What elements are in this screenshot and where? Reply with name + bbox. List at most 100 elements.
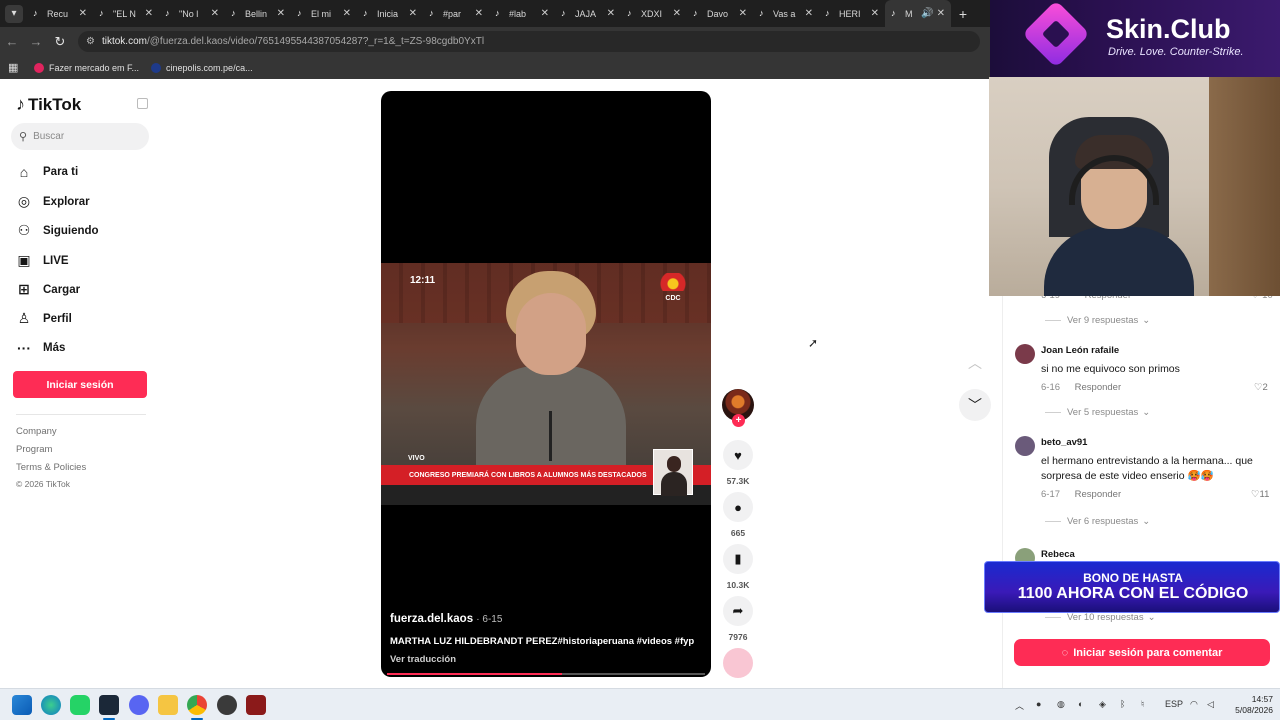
follow-plus-icon[interactable]: + — [732, 414, 745, 427]
close-tab-icon[interactable]: ✕ — [541, 8, 549, 19]
music-disc[interactable] — [723, 648, 753, 678]
nav-perfil[interactable]: ♙ Perfil — [16, 310, 72, 327]
video-author-line[interactable]: fuerza.del.kaos · 6-15 — [390, 613, 502, 625]
browser-tab[interactable]: ♪ #par ✕ — [423, 0, 489, 27]
comment-username[interactable]: Joan León rafaile — [1041, 345, 1119, 356]
avatar[interactable] — [1015, 436, 1035, 456]
tiktok-logo[interactable]: ♪ TikTok — [16, 94, 81, 115]
browser-tab[interactable]: ♪ M 🔊 ✕ — [885, 0, 951, 27]
share-button[interactable]: ➦ — [723, 596, 753, 626]
comment-like-button[interactable]: ♡2 — [1254, 382, 1268, 393]
tray-steam-icon[interactable]: ◐ — [1078, 699, 1083, 709]
chrome-icon[interactable] — [187, 695, 207, 715]
video-author[interactable]: fuerza.del.kaos — [390, 613, 473, 625]
nav-live[interactable]: ▣ LIVE — [16, 252, 68, 269]
nav-para-ti[interactable]: ⌂ Para ti — [16, 164, 78, 180]
file-explorer-icon[interactable] — [158, 695, 178, 715]
avatar[interactable] — [1015, 344, 1035, 364]
close-tab-icon[interactable]: ✕ — [805, 8, 813, 19]
browser-tab[interactable]: ♪ El mi ✕ — [291, 0, 357, 27]
steam-icon[interactable] — [99, 695, 119, 715]
tab-search-menu[interactable]: ▾ — [5, 4, 23, 23]
close-tab-icon[interactable]: ✕ — [409, 8, 417, 19]
collapse-sidebar-icon[interactable] — [137, 98, 148, 109]
close-tab-icon[interactable]: ✕ — [277, 8, 285, 19]
apps-grid-icon[interactable]: ▦ — [8, 62, 20, 74]
video-player[interactable]: 12:11 CDC VIVO CONGRESO PREMIARÁ CON LIB… — [381, 91, 711, 677]
wifi-icon[interactable]: ◠ — [1190, 699, 1198, 710]
comment-username[interactable]: Rebeca — [1041, 549, 1075, 560]
search-input[interactable]: ⚲ Buscar — [11, 123, 149, 150]
view-replies-link[interactable]: Ver 9 respuestas ⌄ — [1045, 315, 1150, 326]
comment-button[interactable]: ● — [723, 492, 753, 522]
close-tab-icon[interactable]: ✕ — [739, 8, 747, 19]
nav-mas[interactable]: ··· Más — [16, 340, 65, 356]
microphone-icon[interactable]: ♮ — [1141, 699, 1144, 710]
new-tab-button[interactable]: + — [951, 6, 975, 22]
volume-icon[interactable]: ◁ — [1207, 699, 1214, 710]
browser-tab[interactable]: ♪ Recu ✕ — [27, 0, 93, 27]
close-tab-icon[interactable]: ✕ — [475, 8, 483, 19]
obs-icon[interactable] — [217, 695, 237, 715]
nav-siguiendo[interactable]: ⚇ Siguiendo — [16, 222, 99, 239]
comment-username[interactable]: beto_av91 — [1041, 437, 1087, 448]
address-bar[interactable]: ⚙ tiktok.com /@fuerza.del.kaos/video/765… — [78, 31, 980, 52]
bluetooth-icon[interactable]: ᛒ — [1120, 699, 1125, 709]
nav-explorar[interactable]: ◎ Explorar — [16, 193, 90, 210]
nav-cargar[interactable]: ⊞ Cargar — [16, 281, 80, 298]
browser-tab[interactable]: ♪ #lab ✕ — [489, 0, 555, 27]
view-replies-link[interactable]: Ver 6 respuestas ⌄ — [1045, 516, 1150, 527]
tab-audio-icon[interactable]: 🔊 — [921, 8, 933, 19]
browser-tab[interactable]: ♪ Davo ✕ — [687, 0, 753, 27]
view-replies-link[interactable]: Ver 5 respuestas ⌄ — [1045, 407, 1150, 418]
browser-tab[interactable]: ♪ HERI ✕ — [819, 0, 885, 27]
view-replies-link[interactable]: Ver 10 respuestas ⌄ — [1045, 612, 1156, 623]
browser-tab[interactable]: ♪ JAJA ✕ — [555, 0, 621, 27]
save-button[interactable]: ▮ — [723, 544, 753, 574]
close-tab-icon[interactable]: ✕ — [211, 8, 219, 19]
reload-button[interactable]: ↻ — [48, 34, 72, 50]
bookmark-item[interactable]: Fazer mercado em F... — [34, 62, 139, 73]
edge-icon[interactable] — [41, 695, 61, 715]
video-progress-bar[interactable] — [387, 673, 705, 675]
tray-network-icon[interactable]: ◈ — [1099, 699, 1106, 710]
forward-button[interactable]: → — [24, 34, 48, 49]
browser-tab[interactable]: ♪ "EL N ✕ — [93, 0, 159, 27]
site-info-icon[interactable]: ⚙ — [86, 36, 95, 47]
browser-tab[interactable]: ♪ Vas a ✕ — [753, 0, 819, 27]
like-button[interactable]: ♥ — [723, 440, 753, 470]
reply-link[interactable]: Responder — [1075, 489, 1121, 500]
comment-like-button[interactable]: ♡11 — [1251, 489, 1269, 500]
browser-tab[interactable]: ♪ Inicia ✕ — [357, 0, 423, 27]
system-clock[interactable]: 14:57 5/08/2026 — [1225, 694, 1273, 716]
dota-icon[interactable] — [246, 695, 266, 715]
close-tab-icon[interactable]: ✕ — [343, 8, 351, 19]
close-tab-icon[interactable]: ✕ — [145, 8, 153, 19]
login-to-comment-button[interactable]: ◌ Iniciar sesión para comentar — [1014, 639, 1270, 666]
close-tab-icon[interactable]: ✕ — [673, 8, 681, 19]
translate-link[interactable]: Ver traducción — [390, 654, 456, 665]
close-tab-icon[interactable]: ✕ — [871, 8, 879, 19]
close-tab-icon[interactable]: ✕ — [79, 8, 87, 19]
footer-company-link[interactable]: Company — [16, 426, 57, 437]
language-indicator[interactable]: ESP — [1165, 699, 1183, 709]
discord-icon[interactable] — [129, 695, 149, 715]
previous-video-button[interactable]: ︿ — [959, 347, 991, 379]
browser-tab[interactable]: ♪ "No l ✕ — [159, 0, 225, 27]
reply-link[interactable]: Responder — [1075, 382, 1121, 393]
footer-program-link[interactable]: Program — [16, 444, 52, 455]
tray-shield-icon[interactable]: ◍ — [1057, 699, 1065, 710]
close-tab-icon[interactable]: ✕ — [937, 8, 945, 19]
next-video-button[interactable]: ﹀ — [959, 389, 991, 421]
video-caption[interactable]: MARTHA LUZ HILDEBRANDT PEREZ#historiaper… — [390, 636, 694, 647]
browser-tab[interactable]: ♪ XDXI ✕ — [621, 0, 687, 27]
browser-tab[interactable]: ♪ Bellin ✕ — [225, 0, 291, 27]
whatsapp-icon[interactable] — [70, 695, 90, 715]
tray-app-icon[interactable]: ● — [1036, 699, 1041, 709]
tray-expand-icon[interactable]: ︿ — [1015, 699, 1024, 712]
bookmark-item[interactable]: cinepolis.com.pe/ca... — [151, 62, 253, 73]
login-button[interactable]: Iniciar sesión — [13, 371, 147, 398]
windows-start-icon[interactable] — [12, 695, 32, 715]
close-tab-icon[interactable]: ✕ — [607, 8, 615, 19]
footer-terms-link[interactable]: Terms & Policies — [16, 462, 86, 473]
